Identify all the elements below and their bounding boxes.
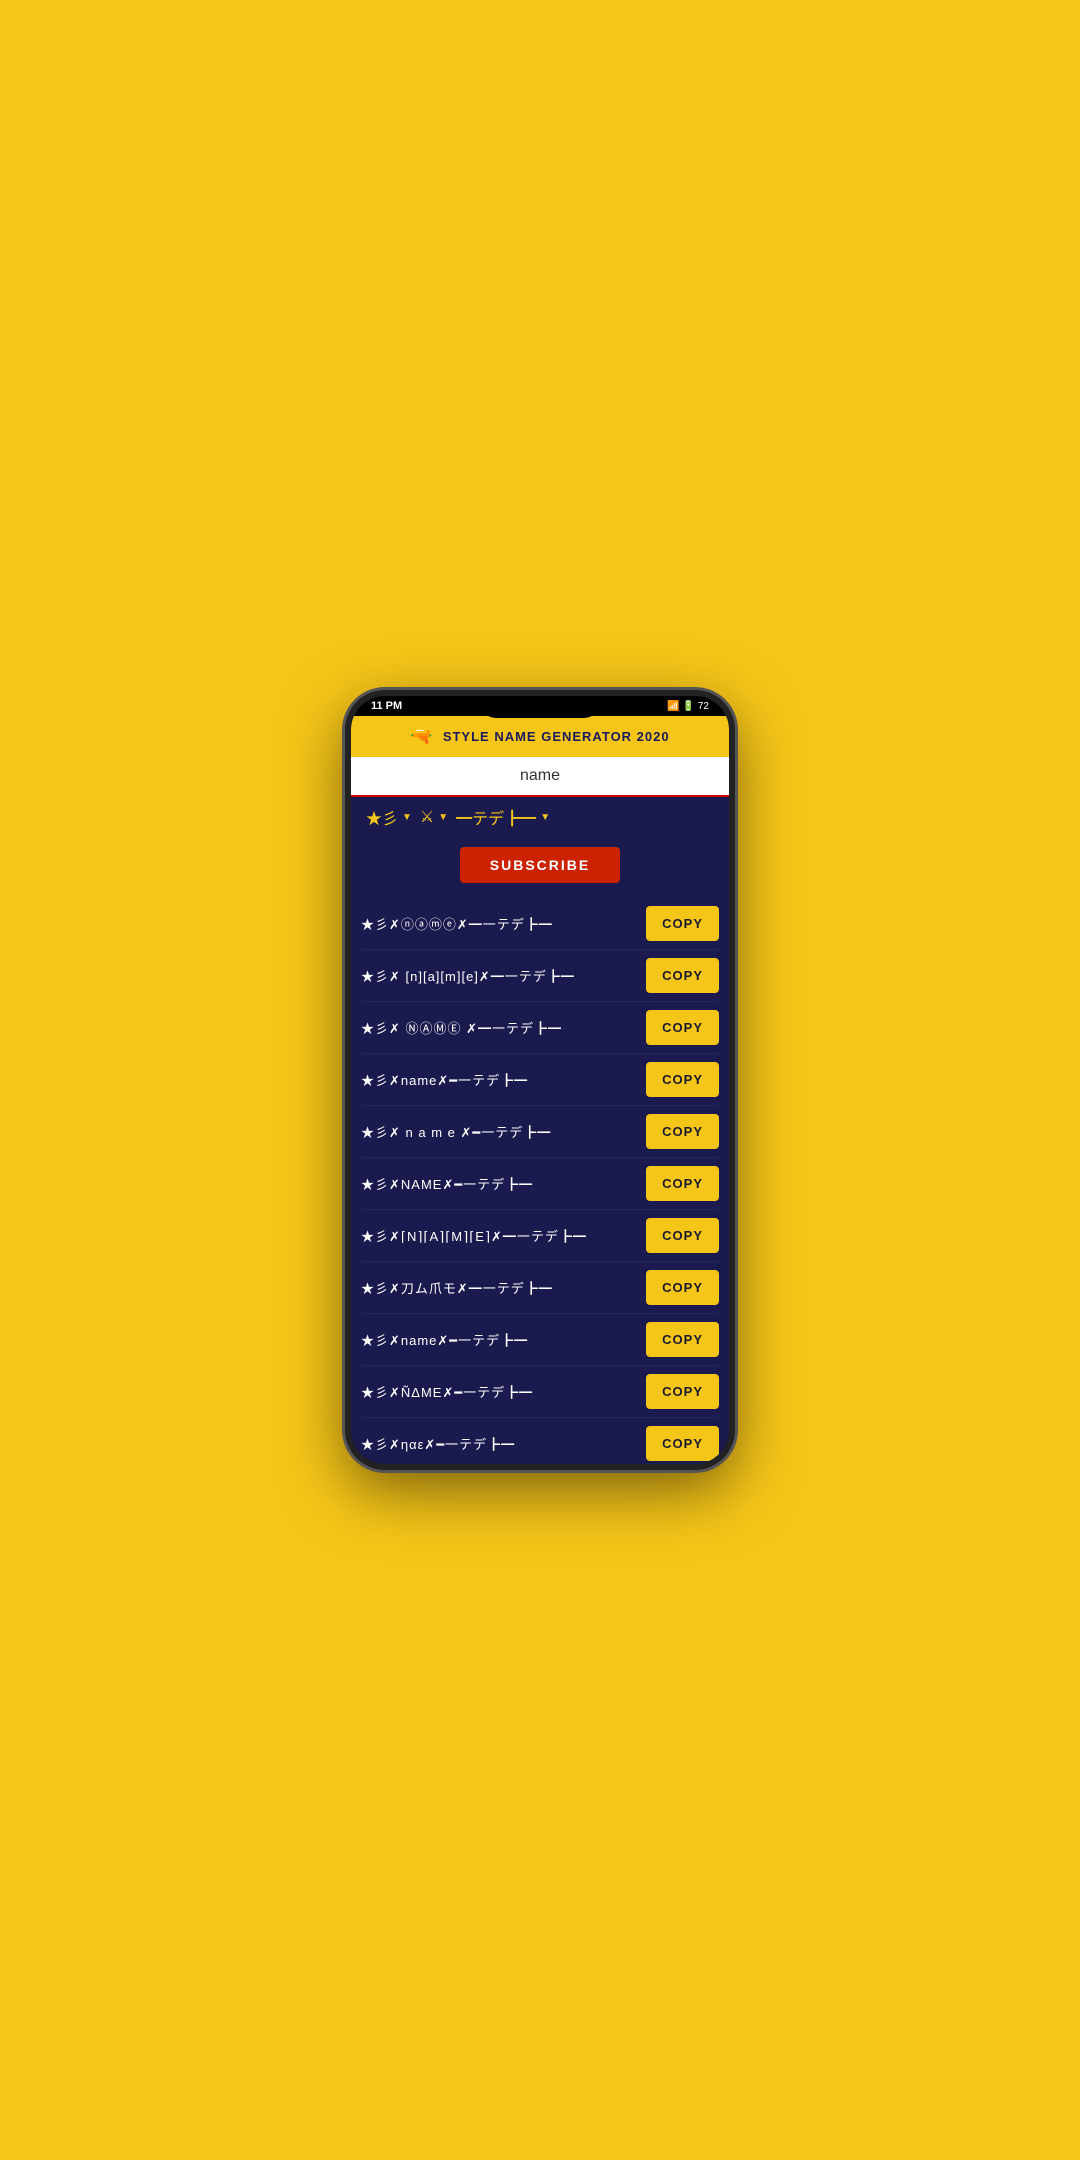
styled-name-4: ★彡✗name✗━一テデ┣━ (361, 1070, 646, 1089)
copy-button-2[interactable]: COPY (646, 958, 719, 993)
name-row: ★彡✗ [n][a][m][e]✗━一テデ┣━COPY (361, 950, 719, 1002)
copy-button-6[interactable]: COPY (646, 1166, 719, 1201)
name-row: ★彡✗ ⓃⒶⓂⒺ ✗━一テデ┣━COPY (361, 1002, 719, 1054)
toolbar: ★彡 ▼ ⚔ ▼ ━テデ┣━ ▼ (351, 797, 729, 837)
name-row: ★彡✗ÑΔMΕ✗━一テデ┣━COPY (361, 1366, 719, 1418)
styled-name-10: ★彡✗ÑΔMΕ✗━一テデ┣━ (361, 1382, 646, 1401)
copy-button-1[interactable]: COPY (646, 906, 719, 941)
name-row: ★彡✗ⓝⓐⓜⓔ✗━一テデ┣━COPY (361, 898, 719, 950)
name-row: ★彡✗name✗━一テデ┣━COPY (361, 1054, 719, 1106)
copy-button-3[interactable]: COPY (646, 1010, 719, 1045)
styled-name-1: ★彡✗ⓝⓐⓜⓔ✗━一テデ┣━ (361, 914, 646, 933)
styled-name-9: ★彡✗name✗━一テデ┣━ (361, 1330, 646, 1349)
styled-name-6: ★彡✗NAME✗━一テデ┣━ (361, 1174, 646, 1193)
subscribe-area: SUBSCRIBE (351, 837, 729, 893)
signal-icon: 📶 (667, 701, 679, 712)
styled-name-5: ★彡✗ n a m e ✗━一テデ┣━ (361, 1122, 646, 1141)
gun-deco-icon: ━テデ┣━ (456, 805, 536, 829)
dropdown-arrow-2: ▼ (438, 812, 448, 823)
subscribe-button[interactable]: SUBSCRIBE (460, 847, 620, 883)
star-彡-icon: ★彡 (366, 805, 398, 829)
name-row: ★彡✗ηαε✗━一テデ┣━COPY (361, 1418, 719, 1470)
toolbar-item-gun[interactable]: ━テデ┣━ ▼ (456, 805, 550, 829)
toolbar-item-star[interactable]: ★彡 ▼ (366, 805, 412, 829)
name-row: ★彡✗NAME✗━一テデ┣━COPY (361, 1158, 719, 1210)
dropdown-arrow-1: ▼ (402, 812, 412, 823)
search-value: name (520, 767, 560, 784)
styled-name-3: ★彡✗ ⓃⒶⓂⒺ ✗━一テデ┣━ (361, 1018, 646, 1037)
battery-icon: 🔋 (682, 701, 694, 712)
battery-percent: 72 (698, 701, 709, 712)
copy-button-11[interactable]: COPY (646, 1426, 719, 1461)
dropdown-arrow-3: ▼ (540, 812, 550, 823)
name-row: ★彡✗⌈N⌉⌈A⌉⌈M⌉⌈E⌉✗━一テデ┣━COPY (361, 1210, 719, 1262)
copy-button-8[interactable]: COPY (646, 1270, 719, 1305)
swords-icon: ⚔ (420, 807, 434, 827)
styled-name-11: ★彡✗ηαε✗━一テデ┣━ (361, 1434, 646, 1453)
search-bar[interactable]: name (351, 757, 729, 797)
toolbar-item-swords[interactable]: ⚔ ▼ (420, 807, 448, 827)
name-row: ★彡✗刀ム爪モ✗━一テデ┣━COPY (361, 1262, 719, 1314)
styled-name-8: ★彡✗刀ム爪モ✗━一テデ┣━ (361, 1278, 646, 1297)
status-time: 11 PM (371, 700, 402, 712)
copy-button-5[interactable]: COPY (646, 1114, 719, 1149)
notch (480, 696, 600, 718)
app-header: 🔫 STYLE NAME GENERATOR 2020 (351, 716, 729, 757)
styled-name-7: ★彡✗⌈N⌉⌈A⌉⌈M⌉⌈E⌉✗━一テデ┣━ (361, 1226, 646, 1245)
header-title: STYLE NAME GENERATOR 2020 (443, 729, 670, 744)
header-gun-icon: 🔫 (410, 726, 432, 747)
copy-button-9[interactable]: COPY (646, 1322, 719, 1357)
copy-button-7[interactable]: COPY (646, 1218, 719, 1253)
copy-button-4[interactable]: COPY (646, 1062, 719, 1097)
status-icons: 📶 🔋 72 (667, 701, 709, 712)
name-row: ★彡✗ n a m e ✗━一テデ┣━COPY (361, 1106, 719, 1158)
styled-name-2: ★彡✗ [n][a][m][e]✗━一テデ┣━ (361, 966, 646, 985)
phone-frame: 11 PM 📶 🔋 72 🔫 STYLE NAME GENERATOR 2020… (345, 690, 735, 1470)
name-row: ★彡✗name✗━一テデ┣━COPY (361, 1314, 719, 1366)
names-list: ★彡✗ⓝⓐⓜⓔ✗━一テデ┣━COPY★彡✗ [n][a][m][e]✗━一テデ┣… (351, 893, 729, 1470)
copy-button-10[interactable]: COPY (646, 1374, 719, 1409)
